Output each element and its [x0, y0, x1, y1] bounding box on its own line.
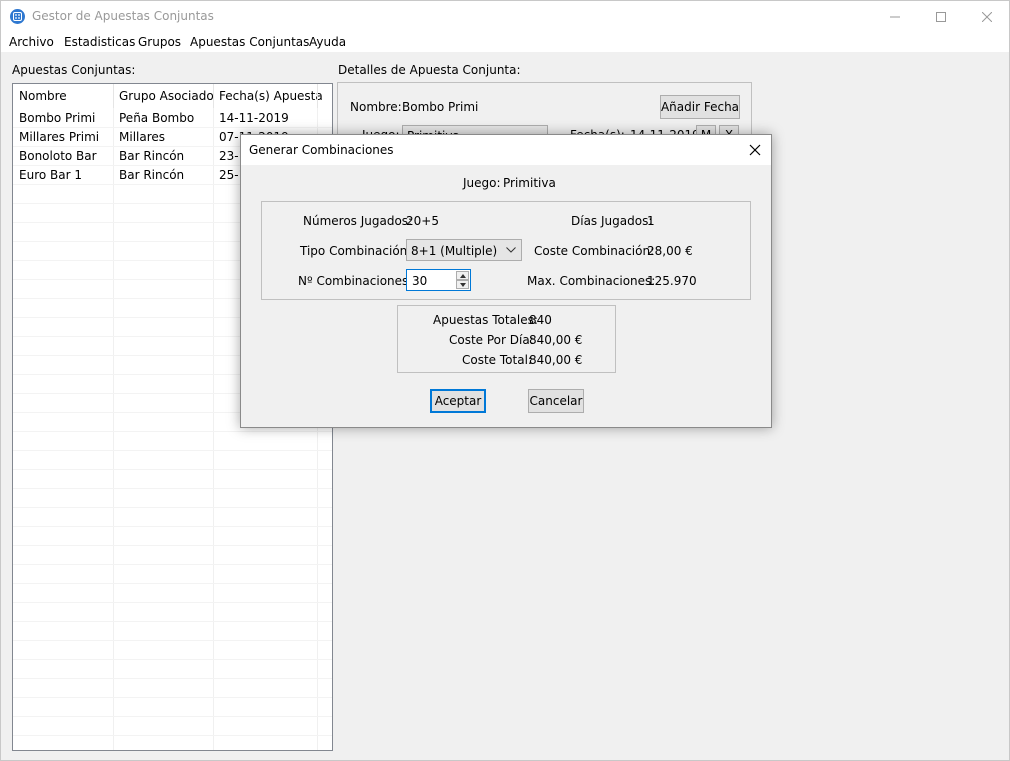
tipo-combinacion-value: 8+1 (Multiple): [411, 244, 498, 258]
minimize-icon: [890, 16, 900, 17]
row-divider: [13, 678, 332, 679]
header-divider: [213, 84, 214, 108]
column-header-fecha[interactable]: Fecha(s) Apuesta: [219, 89, 323, 103]
menu-archivo[interactable]: Archivo: [9, 35, 54, 49]
close-icon: [982, 11, 992, 22]
coste-combinacion-value: 28,00 €: [647, 244, 693, 258]
numeros-jugados-label: Números Jugados:: [303, 214, 413, 228]
details-panel: Nombre: Bombo Primi Añadir Fecha Juego: …: [337, 82, 752, 142]
row-divider: [13, 469, 332, 470]
n-combinaciones-spinner[interactable]: 30: [406, 269, 471, 291]
combination-settings-group: Números Jugados: 20+5 Días Jugados: 1 Ti…: [261, 201, 751, 300]
dialog-close-button[interactable]: [745, 140, 765, 160]
tipo-combinacion-select[interactable]: 8+1 (Multiple): [406, 239, 522, 261]
title-bar: Gestor de Apuestas Conjuntas: [1, 1, 1009, 32]
cell-grupo: Bar Rincón: [119, 149, 185, 163]
row-divider: [13, 716, 332, 717]
cell-nombre: Millares Primi: [19, 130, 100, 144]
menu-bar: Archivo Estadisticas Grupos Apuestas Con…: [1, 32, 1009, 52]
app-dice-icon: [10, 9, 25, 24]
apuestas-totales-value: 840: [529, 313, 552, 327]
max-combinaciones-label: Max. Combinaciones:: [527, 274, 656, 288]
arrow-down-icon: [460, 283, 466, 287]
nombre-label: Nombre:: [350, 100, 402, 114]
row-divider: [13, 507, 332, 508]
row-divider: [13, 621, 332, 622]
coste-total-label: Coste Total:: [462, 353, 532, 367]
cell-nombre: Euro Bar 1: [19, 168, 82, 182]
n-combinaciones-label: Nº Combinaciones:: [298, 274, 413, 288]
row-divider: [13, 526, 332, 527]
dialog-juego-value: Primitiva: [503, 176, 556, 190]
row-divider: [13, 640, 332, 641]
dialog-title-bar: Generar Combinaciones: [241, 135, 771, 165]
dias-jugados-label: Días Jugados:: [571, 214, 653, 228]
close-icon: [749, 144, 761, 156]
cell-nombre: Bombo Primi: [19, 111, 96, 125]
cell-grupo: Millares: [119, 130, 166, 144]
cell-grupo: Peña Bombo: [119, 111, 195, 125]
minimize-button[interactable]: [872, 1, 918, 32]
row-divider: [13, 545, 332, 546]
dialog-title: Generar Combinaciones: [249, 143, 394, 157]
row-divider: [13, 564, 332, 565]
menu-ayuda[interactable]: Ayuda: [309, 35, 346, 49]
window-title: Gestor de Apuestas Conjuntas: [32, 9, 214, 23]
nombre-value: Bombo Primi: [402, 100, 479, 114]
maximize-button[interactable]: [918, 1, 964, 32]
arrow-up-icon: [460, 274, 466, 278]
accept-button[interactable]: Aceptar: [430, 389, 486, 413]
totals-group: Apuestas Totales: 840 Coste Por Día: 840…: [397, 305, 616, 373]
row-divider: [13, 602, 332, 603]
menu-estadisticas[interactable]: Estadisticas: [64, 35, 135, 49]
coste-por-dia-label: Coste Por Día:: [449, 333, 534, 347]
main-window: Gestor de Apuestas Conjuntas Archivo Est…: [0, 0, 1010, 761]
close-window-button[interactable]: [964, 1, 1010, 32]
detalles-label: Detalles de Apuesta Conjunta:: [338, 63, 521, 77]
header-divider: [113, 84, 114, 108]
tipo-combinacion-label: Tipo Combinación:: [300, 244, 412, 258]
column-header-grupo[interactable]: Grupo Asociado: [119, 89, 214, 103]
coste-combinacion-label: Coste Combinación:: [534, 244, 655, 258]
maximize-icon: [936, 11, 946, 22]
column-header-nombre[interactable]: Nombre: [19, 89, 67, 103]
apuestas-conjuntas-label: Apuestas Conjuntas:: [12, 63, 136, 77]
header-divider: [317, 84, 318, 108]
row-divider: [13, 697, 332, 698]
apuestas-totales-label: Apuestas Totales:: [433, 313, 538, 327]
menu-apuestas-conjuntas[interactable]: Apuestas Conjuntas: [190, 35, 309, 49]
spinner-down-button[interactable]: [456, 280, 469, 289]
spinner-up-button[interactable]: [456, 271, 469, 280]
row-divider: [13, 735, 332, 736]
row-divider: [13, 488, 332, 489]
row-divider: [13, 450, 332, 451]
row-divider: [13, 659, 332, 660]
coste-por-dia-value: 840,00 €: [529, 333, 583, 347]
numeros-jugados-value: 20+5: [406, 214, 439, 228]
cancel-button[interactable]: Cancelar: [528, 389, 584, 413]
n-combinaciones-value: 30: [412, 274, 428, 288]
cell-grupo: Bar Rincón: [119, 168, 185, 182]
add-date-button[interactable]: Añadir Fecha: [660, 95, 740, 119]
cell-fecha: 14-11-2019: [219, 111, 289, 125]
menu-grupos[interactable]: Grupos: [138, 35, 181, 49]
table-header: Nombre Grupo Asociado Fecha(s) Apuesta: [13, 84, 332, 108]
coste-total-value: 840,00 €: [529, 353, 583, 367]
row-divider: [13, 431, 332, 432]
max-combinaciones-value: 125.970: [647, 274, 697, 288]
dias-jugados-value: 1: [647, 214, 655, 228]
generar-combinaciones-dialog: Generar Combinaciones Juego: Primitiva N…: [240, 134, 772, 428]
dialog-juego-label: Juego:: [463, 176, 501, 190]
row-divider: [13, 583, 332, 584]
row-divider: [13, 127, 332, 128]
chevron-down-icon: [506, 247, 516, 253]
cell-nombre: Bonoloto Bar: [19, 149, 97, 163]
